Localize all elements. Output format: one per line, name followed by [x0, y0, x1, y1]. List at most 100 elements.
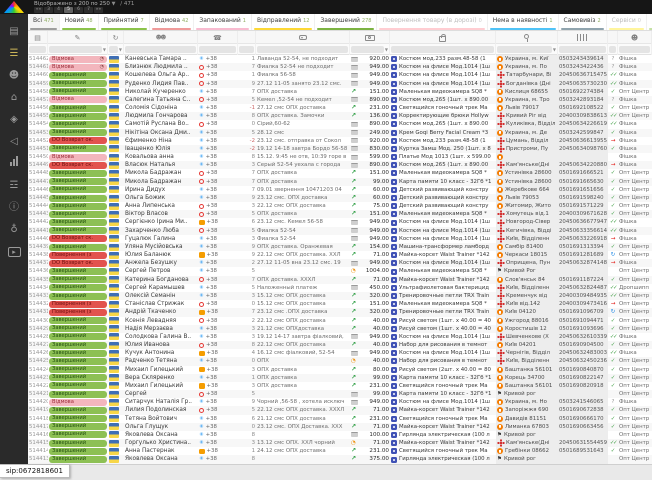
col-phone-filter-input[interactable]	[199, 46, 236, 53]
settings-icon[interactable]: ☲	[3, 176, 25, 195]
table-row[interactable]: 514415ЗавершенийГоргулько Христина..✳+38…	[28, 439, 652, 447]
status-badge[interactable]: Завершений	[49, 342, 107, 349]
tab-11[interactable]: Сервіси0	[607, 14, 647, 30]
status-badge[interactable]: Завершений	[49, 407, 107, 414]
table-row[interactable]: 514430ЗавершенийКсенія Левадняя+38222.12…	[28, 317, 652, 325]
status-badge[interactable]: Завершений	[49, 431, 107, 438]
table-row[interactable]: 514460ЗавершенийКошелева Ольга Ар..+381Ф…	[28, 71, 652, 79]
status-badge[interactable]: Завершений	[49, 113, 107, 120]
status-badge[interactable]: Завершений	[49, 333, 107, 340]
col-ttn-header[interactable]	[558, 31, 608, 44]
status-badge[interactable]: Завершений	[49, 391, 107, 398]
sip-caller-id[interactable]: sip:0672818601	[0, 464, 70, 478]
tab-1[interactable]: Всі471	[28, 14, 60, 30]
table-row[interactable]: 514459ЗавершенийРуденко Лидия Пав..+3892…	[28, 80, 652, 88]
table-row[interactable]: 514452DO Возврат ок.Єфименко Ніна✳+38-22…	[28, 137, 652, 145]
table-row[interactable]: 514435ЗавершенийКатерина Богданова+387ОП…	[28, 276, 652, 284]
status-badge[interactable]: Завершений	[49, 72, 107, 79]
tab-10[interactable]: Самовивіз2	[559, 14, 607, 30]
status-badge[interactable]: Завершений	[49, 195, 107, 202]
col-delivery-filter-input[interactable]	[497, 46, 552, 53]
table-row[interactable]: 514428ЗавершенийСолодкова Галина В..✳+38…	[28, 333, 652, 341]
table-row[interactable]: 514454ЗавершенийСамотій Руслана Во..+380…	[28, 120, 652, 128]
chevron-down-icon[interactable]: ▼	[103, 47, 106, 52]
status-badge[interactable]: Відмова◔	[49, 64, 107, 71]
table-row[interactable]: 514420ВідмоваСитарчук Наталія Гр..✳+389Ч…	[28, 398, 652, 406]
table-row[interactable]: 514427ЗавершенийЮлия Иванова+38822.12 см…	[28, 341, 652, 349]
col-payment-header[interactable]	[350, 31, 390, 44]
status-badge[interactable]: Завершений	[49, 105, 107, 112]
col-ttn-filter-input[interactable]	[559, 46, 606, 53]
clients-icon[interactable]: ☻	[3, 66, 25, 85]
col-id-header[interactable]: ▤	[28, 31, 48, 44]
status-badge[interactable]: Завершений	[49, 268, 107, 275]
status-badge[interactable]: Завершений	[49, 456, 107, 463]
col-products-header[interactable]	[390, 31, 496, 44]
table-row[interactable]: 514449DO Возврат ск.Власюк Наталья✳+383С…	[28, 161, 652, 169]
status-badge[interactable]: Завершений	[49, 276, 107, 283]
table-row[interactable]: 514417ЗавершенийОльга Глущук✳+38023.12 с…	[28, 423, 652, 431]
reports-icon[interactable]	[3, 154, 25, 173]
table-row[interactable]: 514457ВідмоваСалегина Татьяна С..+385Кем…	[28, 96, 652, 104]
table-row[interactable]: 514425ЗавершенийРадченко Тетяна✳+380ОПХ◔…	[28, 357, 652, 365]
col-days-filter-input[interactable]	[239, 46, 254, 53]
status-badge[interactable]: Завершений	[49, 227, 107, 234]
table-row[interactable]: 514419ЗавершенийЛилия Подолинская+38522.…	[28, 406, 652, 414]
status-badge[interactable]: Повернення (з	[49, 309, 107, 316]
table-row[interactable]: 514436ЗавершенийСергей Петров✳+385◔1004.…	[28, 267, 652, 275]
table-row[interactable]: 514455ЗавершенийЛюдмила Гончарова✳+388ОП…	[28, 112, 652, 120]
status-badge[interactable]: Завершений	[49, 440, 107, 447]
table-row[interactable]: 514443ЗавершенийВіктор Власов+385ОПХ дос…	[28, 210, 652, 218]
status-badge[interactable]: DO Возврат ок.	[49, 260, 107, 267]
status-badge[interactable]: Завершений	[49, 382, 107, 389]
table-row[interactable]: 514431Повернення (зАндрій Ткаченко+38723…	[28, 308, 652, 316]
status-badge[interactable]: Завершений	[49, 423, 107, 430]
pagination-page-3[interactable]: 3	[44, 7, 53, 13]
table-row[interactable]: 514439ЗавершенийУляна Мусійовська✳+389ОП…	[28, 243, 652, 251]
status-badge[interactable]: Завершений	[49, 358, 107, 365]
col-status-filter-input[interactable]	[49, 46, 102, 53]
status-badge[interactable]: Завершений	[49, 186, 107, 193]
dashboard-icon[interactable]: ▤	[3, 22, 25, 41]
table-row[interactable]: 514456ЗавершенийСоломія Сідоніна✳+38-127…	[28, 104, 652, 112]
col-payment-filter-input[interactable]	[351, 46, 384, 53]
tab-8[interactable]: Повернення товару (в дорозі)0	[377, 14, 487, 30]
tab-12[interactable]: В дорозі додому0	[647, 14, 652, 30]
col-source-header[interactable]: ↻	[108, 31, 124, 44]
table-row[interactable]: 514433ЗавершенийОлексій Семанін✳+38315.1…	[28, 292, 652, 300]
tab-2[interactable]: Новий48	[60, 14, 99, 30]
table-row[interactable]: 514445ЗавершенийОльга Божик✳+38923.12 см…	[28, 194, 652, 202]
status-badge[interactable]: Завершений	[49, 415, 107, 422]
table-row[interactable]: 514451ЗавершенийІващенко Юлія✳+38-219.12…	[28, 145, 652, 153]
status-badge[interactable]: DO Возврат ск.	[49, 235, 107, 242]
col-client-filter-input[interactable]	[125, 46, 196, 53]
warehouse-icon[interactable]: ⌂	[3, 88, 25, 107]
status-badge[interactable]: Завершений	[49, 374, 107, 381]
table-row[interactable]: 514423ЗавершенийВера Скляренко✳+381ОПХ д…	[28, 374, 652, 382]
marketing-icon[interactable]: ◁	[3, 132, 25, 151]
info-icon[interactable]: ⓘ	[3, 198, 25, 217]
table-row[interactable]: 514441ЗавершенийЗахарченко Люба+385Фиалк…	[28, 227, 652, 235]
tab-7[interactable]: Завершений278	[315, 14, 377, 30]
pagination-page-5[interactable]: 5	[64, 7, 73, 13]
table-row[interactable]: 514450ВідмоваКовальова анна✳+38815.12. 9…	[28, 153, 652, 161]
table-row[interactable]: 514442ЗавершенийСергієнко Ірина Ми..+386…	[28, 218, 652, 226]
chevron-down-icon[interactable]: ▼	[119, 47, 122, 52]
status-badge[interactable]: Завершений	[49, 350, 107, 357]
status-badge[interactable]: Завершений	[49, 170, 107, 177]
table-row[interactable]: 514440DO Возврат ск.Гуцалюк Галина✳+383Ф…	[28, 235, 652, 243]
table-row[interactable]: 514418ЗавершенийТетяна Войтович✳+38621.1…	[28, 415, 652, 423]
col-supplier-filter-input[interactable]	[619, 46, 650, 53]
products-icon[interactable]: ◈	[3, 110, 25, 129]
video-icon[interactable]: ▸	[3, 242, 25, 261]
table-row[interactable]: 514421ЗавершенийСергей+38599.00Карта пам…	[28, 390, 652, 398]
chevron-down-icon[interactable]: ▼	[553, 47, 556, 52]
status-badge[interactable]: Відмова	[49, 399, 107, 406]
app-logo-icon[interactable]	[4, 1, 24, 13]
status-badge[interactable]: Відмова	[49, 96, 107, 103]
status-badge[interactable]: Завершений	[49, 211, 107, 218]
col-products-filter-input[interactable]	[391, 46, 494, 53]
col-source-filter-input[interactable]	[109, 46, 118, 53]
status-badge[interactable]: Завершений	[49, 88, 107, 95]
status-badge[interactable]: Повернення (з	[49, 252, 107, 259]
